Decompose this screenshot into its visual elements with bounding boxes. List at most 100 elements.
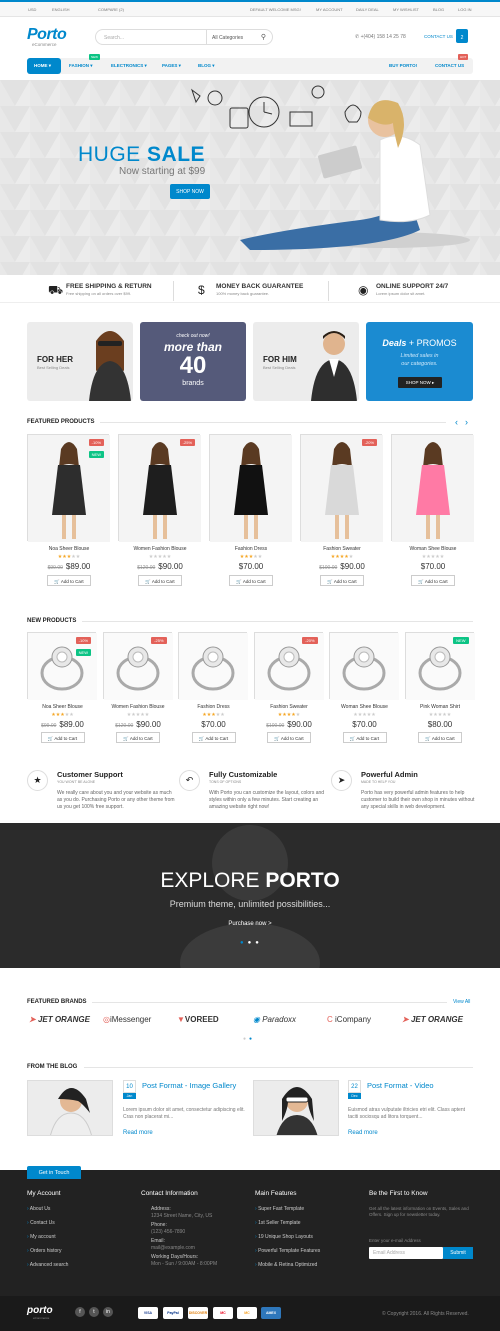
carousel-next-icon[interactable]: ›: [465, 417, 468, 427]
nav-pages[interactable]: PAGES ▾: [162, 63, 181, 69]
footer-link[interactable]: My account: [27, 1234, 68, 1240]
footer-link[interactable]: Powerful Template Features: [255, 1248, 320, 1254]
banner-for-him[interactable]: FOR HIM Best Selling Deals: [253, 322, 359, 401]
brand-jet-orange[interactable]: ➤ JET ORANGE: [29, 1015, 90, 1024]
product-image: [119, 435, 201, 542]
login-link[interactable]: LOG IN: [458, 7, 472, 12]
read-more-link[interactable]: Read more: [348, 1130, 378, 1136]
product-card[interactable]: -10% NEW Noa Sheer Blouse ★★★★★ $99.00 $89.00…: [27, 434, 111, 586]
product-name[interactable]: Fashion Dress: [209, 546, 293, 552]
footer-link[interactable]: 19 Unique Shop Layouts: [255, 1234, 320, 1240]
product-card[interactable]: Fashion Dress ★★★★★ $70.00 🛒 Add to Cart: [209, 434, 293, 586]
banner-deals[interactable]: Deals + PROMOS Limited sales in our cate…: [366, 322, 473, 401]
brand-jet-orange-2[interactable]: ➤ JET ORANGE: [402, 1015, 463, 1024]
product-card[interactable]: NEW Pink Woman Shirt ★★★★★ $80.00 🛒 Add to C…: [404, 632, 476, 743]
product-name[interactable]: Fashion Sweater: [300, 546, 384, 552]
cart-button[interactable]: 2: [456, 29, 468, 43]
header-contact-link[interactable]: CONTACT US: [424, 34, 453, 39]
add-to-cart-button[interactable]: 🛒 Add to Cart: [40, 732, 85, 743]
carousel-prev-icon[interactable]: ‹: [455, 417, 458, 427]
wishlist-link[interactable]: MY WISHLIST: [393, 7, 419, 12]
language-select[interactable]: ENGLISH: [52, 7, 70, 12]
daily-deal-link[interactable]: DAILY DEAL: [356, 7, 379, 12]
new-badge: NEW: [89, 54, 100, 60]
hero-shop-now-button[interactable]: SHOP NOW: [170, 184, 210, 199]
add-to-cart-button[interactable]: 🛒 Add to Cart: [342, 732, 387, 743]
blog-post-image[interactable]: [27, 1080, 113, 1136]
get-in-touch-tab[interactable]: Get in Touch: [27, 1166, 81, 1179]
footer-link[interactable]: Advanced search: [27, 1262, 69, 1268]
footer-logo[interactable]: porto: [27, 1305, 53, 1316]
footer-link[interactable]: Super Fast Template: [255, 1206, 320, 1212]
nav-fashion[interactable]: FASHION ▾: [69, 63, 93, 69]
blog-post-image[interactable]: [253, 1080, 339, 1136]
product-name[interactable]: Noa Sheer Blouse: [27, 704, 98, 710]
product-name[interactable]: Pink Woman Shirt: [405, 704, 476, 710]
read-more-link[interactable]: Read more: [123, 1130, 153, 1136]
product-card[interactable]: -25% Women Fashion Blouse ★★★★★ $120.00 $90.…: [118, 434, 202, 586]
deals-shop-now-button[interactable]: SHOP NOW ▸: [398, 377, 442, 388]
nav-home[interactable]: HOME ▾: [27, 58, 61, 74]
footer-link[interactable]: 1st Seller Template: [255, 1220, 320, 1226]
product-name[interactable]: Fashion Sweater: [254, 704, 325, 710]
search-icon[interactable]: ⚲: [261, 33, 266, 41]
nav-blog[interactable]: BLOG ▾: [198, 63, 215, 69]
brand-voreed[interactable]: ▼VOREED: [177, 1015, 219, 1024]
add-to-cart-button[interactable]: 🛒 Add to Cart: [191, 732, 236, 743]
category-select[interactable]: All Categories: [206, 30, 256, 44]
facebook-icon[interactable]: f: [75, 1307, 85, 1317]
add-to-cart-button[interactable]: 🛒 Add to Cart: [267, 732, 311, 743]
product-card[interactable]: -20% Fashion Sweater ★★★★★ $100.00 $90.00 🛒 A…: [300, 434, 384, 586]
nav-buy-porto[interactable]: BUY PORTO!: [389, 63, 417, 68]
newsletter-email-input[interactable]: Email Address: [369, 1247, 443, 1259]
slider-dots[interactable]: ●●●: [240, 940, 263, 946]
view-all-link[interactable]: View All: [453, 999, 470, 1005]
currency-select[interactable]: USD: [28, 7, 36, 12]
add-to-cart-button[interactable]: 🛒 Add to Cart: [116, 732, 160, 743]
product-card[interactable]: -20% Fashion Sweater ★★★★★ $100.00 $90.00 🛒 A…: [253, 632, 325, 743]
product-card[interactable]: Woman Shee Blouse ★★★★★ $70.00 🛒 Add to Car…: [391, 434, 475, 586]
blog-post-title[interactable]: Post Format - Image Gallery: [142, 1081, 236, 1090]
linkedin-icon[interactable]: in: [103, 1307, 113, 1317]
nav-electronics[interactable]: ELECTRONICS ▾: [111, 63, 147, 69]
my-account-link[interactable]: MY ACCOUNT: [316, 7, 343, 12]
add-to-cart-button[interactable]: 🛒 Add to Cart: [320, 575, 364, 586]
add-to-cart-button[interactable]: 🛒 Add to Cart: [418, 732, 462, 743]
brand-paradoxx[interactable]: ◉ Paradoxx: [253, 1015, 296, 1024]
blog-date-day: 10: [123, 1080, 136, 1093]
add-to-cart-button[interactable]: 🛒 Add to Cart: [138, 575, 182, 586]
product-name[interactable]: Woman Shee Blouse: [329, 704, 400, 710]
brand-icompany[interactable]: C iCompany: [327, 1015, 371, 1024]
compare-link[interactable]: COMPARE (2): [98, 7, 124, 12]
blog-post-title[interactable]: Post Format - Video: [367, 1081, 434, 1090]
product-name[interactable]: Women Fashion Blouse: [103, 704, 174, 710]
product-card[interactable]: -25% Women Fashion Blouse ★★★★★ $120.00 $90.…: [102, 632, 174, 743]
brands-dots[interactable]: ●●: [243, 1036, 255, 1042]
product-name[interactable]: Woman Shee Blouse: [391, 546, 475, 552]
product-name[interactable]: Fashion Dress: [178, 704, 249, 710]
banner-brands[interactable]: check out now! more than 40 brands: [140, 322, 246, 401]
welcome-message: DEFAULT WELCOME MSG!: [250, 7, 301, 12]
search-bar[interactable]: Search... All Categories ⚲: [95, 29, 273, 45]
footer-link[interactable]: Orders history: [27, 1248, 68, 1254]
mastercard-icon: MC: [213, 1307, 233, 1319]
blog-link[interactable]: BLOG: [433, 7, 444, 12]
newsletter-submit-button[interactable]: Submit: [443, 1247, 473, 1259]
footer-link[interactable]: Mobile & Retina Optimized: [255, 1262, 320, 1268]
product-name[interactable]: Women Fashion Blouse: [118, 546, 202, 552]
search-input[interactable]: Search...: [104, 35, 124, 41]
banner-for-her[interactable]: FOR HER Best Selling Deals: [27, 322, 133, 401]
add-to-cart-button[interactable]: 🛒 Add to Cart: [229, 575, 273, 586]
add-to-cart-button[interactable]: 🛒 Add to Cart: [47, 575, 91, 586]
product-card[interactable]: -10% NEW Noa Sheer Blouse ★★★★★ $99.00 $89.00…: [27, 632, 98, 743]
twitter-icon[interactable]: t: [89, 1307, 99, 1317]
footer-link[interactable]: Contact Us: [27, 1220, 68, 1226]
purchase-now-link[interactable]: Purchase now >: [0, 921, 500, 927]
brand-imessenger[interactable]: ◎iMessenger: [103, 1015, 151, 1024]
nav-contact[interactable]: CONTACT US: [435, 63, 464, 68]
footer-link[interactable]: About Us: [27, 1206, 68, 1212]
product-card[interactable]: Woman Shee Blouse ★★★★★ $70.00 🛒 Add to Car…: [329, 632, 400, 743]
product-name[interactable]: Noa Sheer Blouse: [27, 546, 111, 552]
product-card[interactable]: Fashion Dress ★★★★★ $70.00 🛒 Add to Cart: [178, 632, 249, 743]
add-to-cart-button[interactable]: 🛒 Add to Cart: [411, 575, 455, 586]
